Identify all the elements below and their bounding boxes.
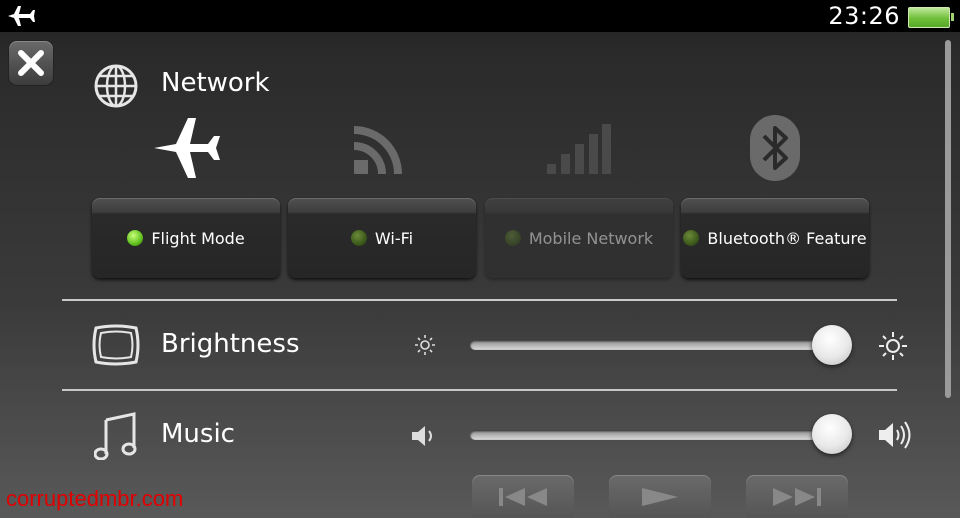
volume-high-icon — [879, 421, 911, 449]
scrollbar[interactable] — [945, 40, 951, 398]
screen-icon — [92, 324, 140, 366]
divider — [62, 389, 897, 391]
play-button[interactable] — [609, 475, 711, 518]
brightness-label: Brightness — [161, 329, 300, 359]
volume-low-icon — [412, 426, 432, 446]
next-track-button[interactable] — [746, 475, 848, 518]
status-led — [127, 230, 144, 246]
music-label: Music — [161, 419, 235, 449]
divider — [62, 299, 897, 301]
network-title: Network — [161, 68, 270, 98]
toggle-label: Mobile Network — [528, 228, 654, 248]
clock: 23:26 — [828, 2, 900, 30]
airplane-icon — [154, 118, 220, 178]
wifi-icon — [353, 126, 402, 175]
music-note-icon — [94, 412, 137, 460]
globe-icon — [94, 64, 138, 108]
brightness-high-icon — [879, 332, 907, 360]
status-led — [504, 230, 521, 246]
volume-slider[interactable] — [470, 430, 852, 440]
previous-track-button[interactable] — [472, 475, 574, 518]
toggle-label: Bluetooth® Feature — [707, 228, 867, 248]
toggle-label: Wi-Fi — [374, 228, 414, 248]
signal-strength-icon — [547, 124, 611, 174]
watermark-text: corruptedmbr.com — [6, 486, 184, 511]
flight-mode-toggle[interactable]: Flight Mode — [92, 198, 280, 278]
bluetooth-toggle[interactable]: Bluetooth® Feature — [681, 198, 869, 278]
close-icon — [18, 50, 44, 76]
next-icon — [773, 487, 821, 506]
toggle-label: Flight Mode — [151, 228, 245, 248]
status-bar: 23:26 — [0, 0, 960, 32]
close-button[interactable] — [9, 41, 53, 85]
volume-slider-knob[interactable] — [812, 414, 852, 454]
status-led — [350, 230, 367, 246]
brightness-slider-knob[interactable] — [812, 325, 852, 365]
status-led — [683, 230, 700, 246]
brightness-low-icon — [415, 335, 435, 355]
battery-icon — [908, 7, 954, 28]
previous-icon — [499, 487, 547, 506]
bluetooth-icon — [750, 115, 800, 181]
play-icon — [642, 487, 678, 506]
brightness-slider[interactable] — [470, 340, 852, 350]
mobile-network-toggle: Mobile Network — [485, 198, 673, 278]
airplane-mode-icon — [8, 6, 35, 26]
wifi-toggle[interactable]: Wi-Fi — [288, 198, 476, 278]
